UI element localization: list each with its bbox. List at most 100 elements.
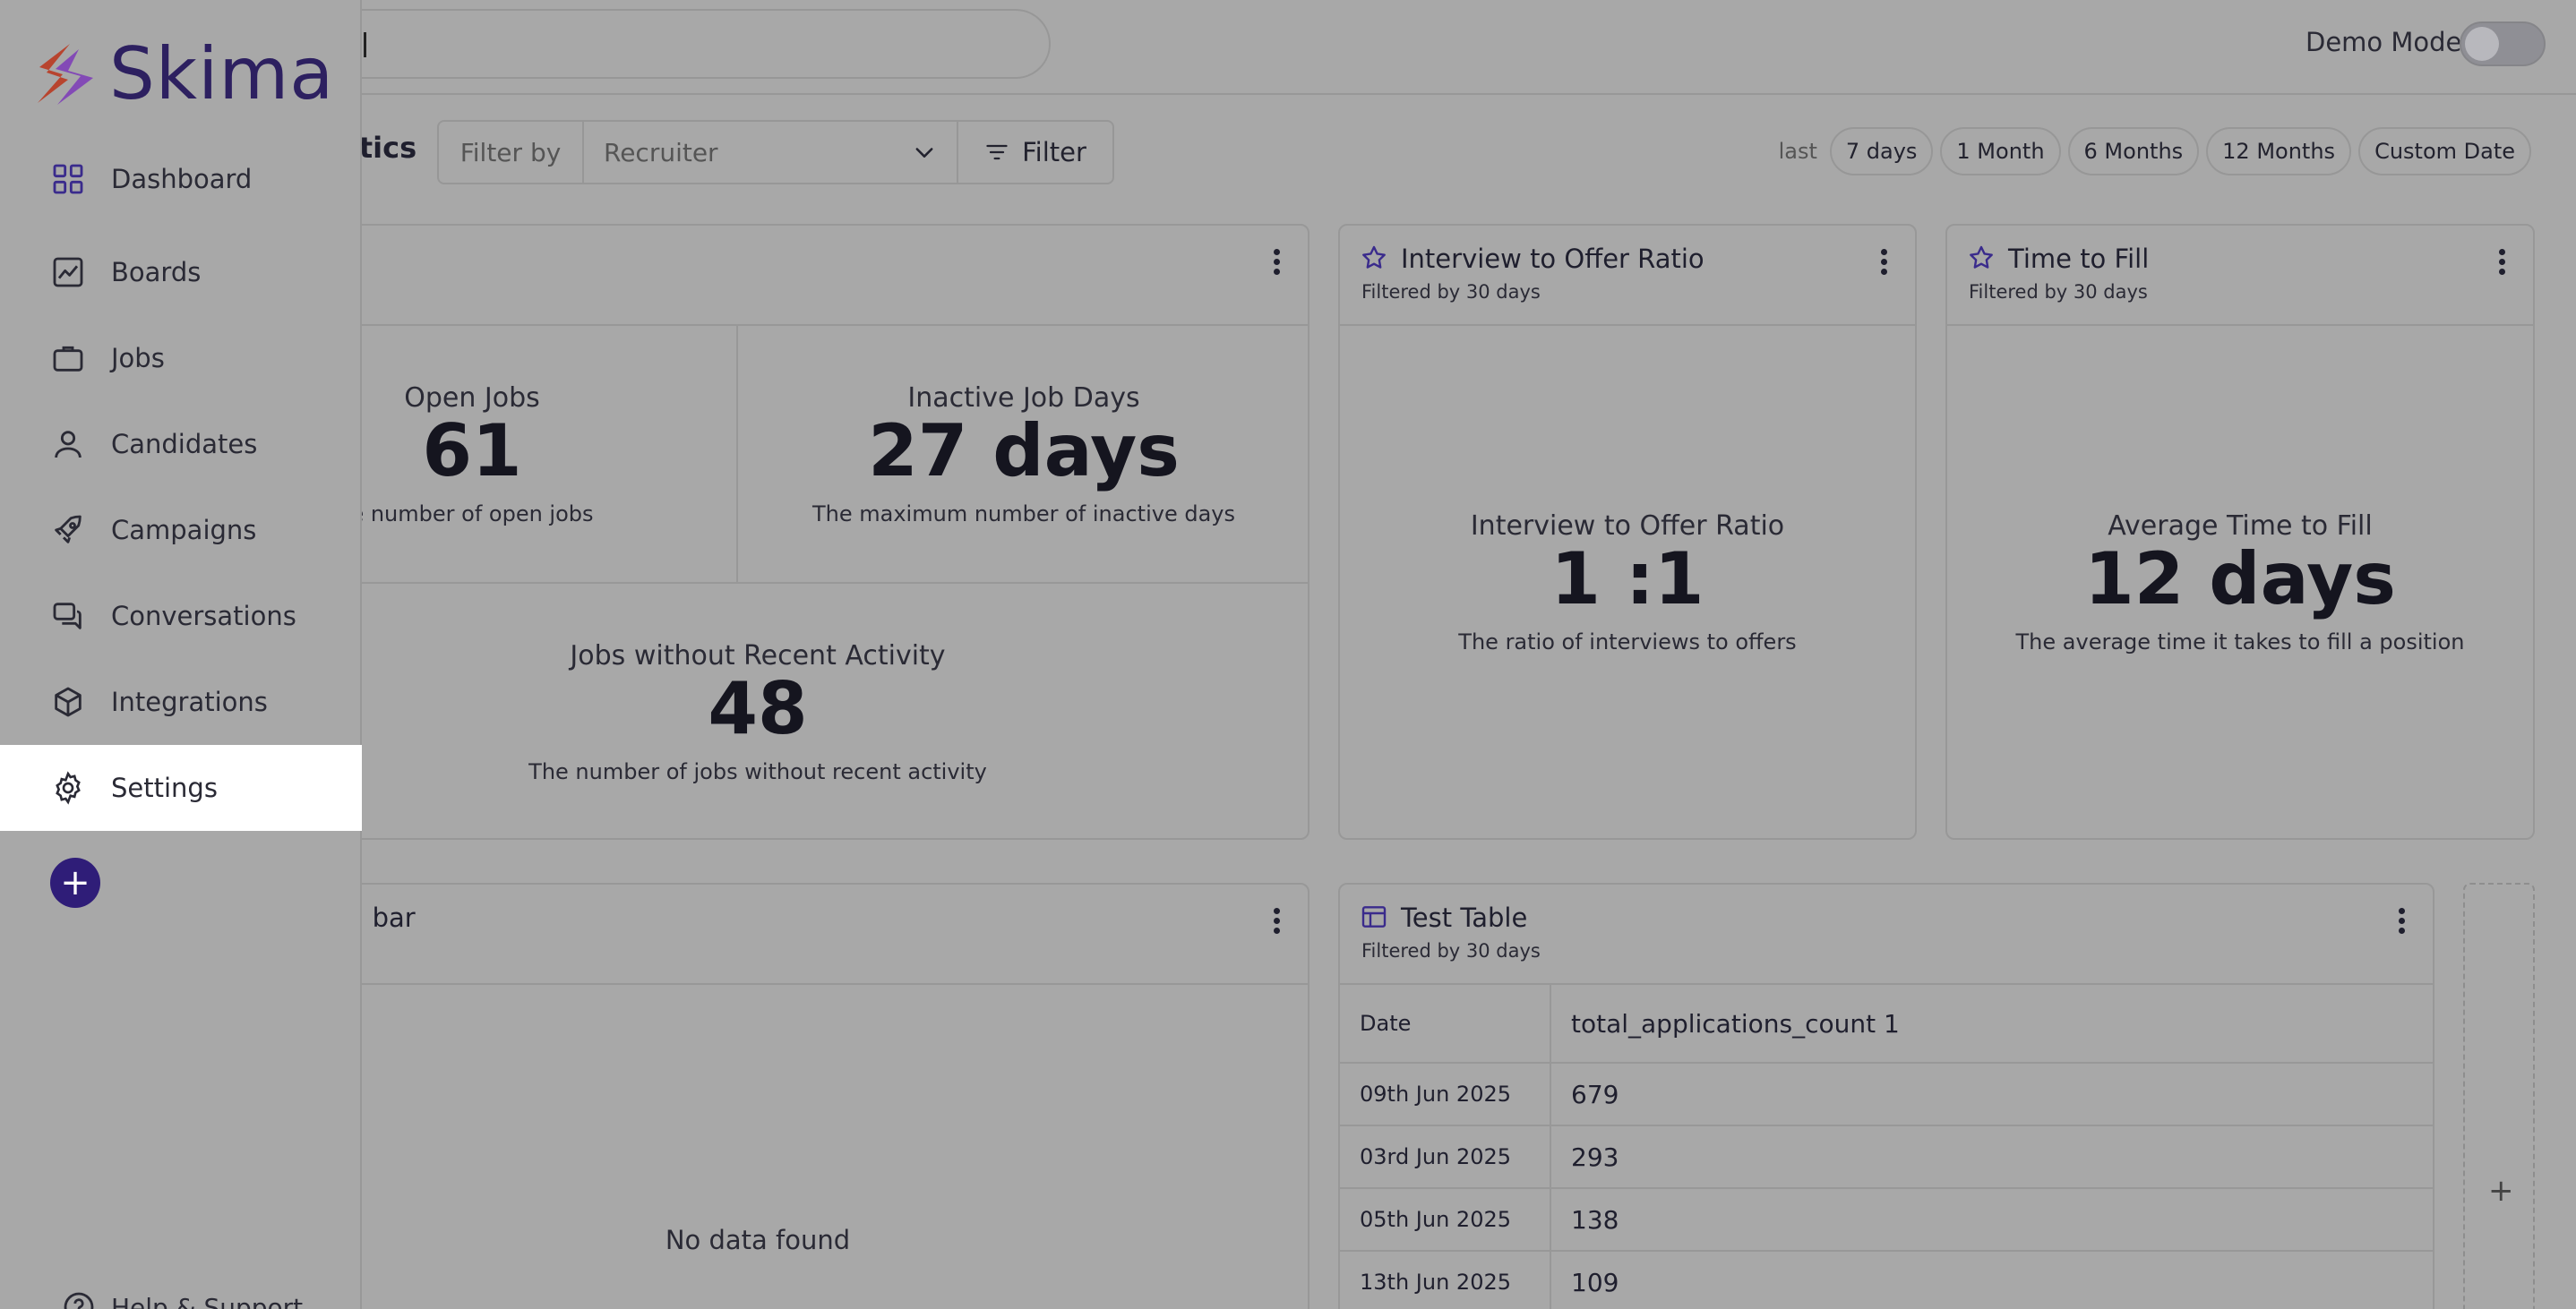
jobs-without-activity-metric: Jobs without Recent Activity 48 The numb… <box>208 584 1308 840</box>
metric-value: 12 days <box>2084 536 2396 620</box>
search-input[interactable] <box>269 9 1051 79</box>
card-header: d bar <box>208 885 1308 985</box>
metric-value: 48 <box>708 666 808 750</box>
metric-description: e number of open jobs <box>350 500 594 526</box>
demo-mode-label: Demo Mode <box>2306 27 2462 57</box>
interview-offer-card: Interview to Offer Ratio Filtered by 30 … <box>1338 224 1917 840</box>
table-cell: 05th Jun 2025 <box>1340 1189 1551 1250</box>
table-cell: 03rd Jun 2025 <box>1340 1126 1551 1187</box>
more-vertical-icon[interactable] <box>2399 908 2406 935</box>
table-icon <box>1361 906 1387 928</box>
jobs-metrics-card: Open Jobs 61 e number of open jobs Inact… <box>206 224 1309 840</box>
filter-button[interactable]: Filter <box>958 122 1112 183</box>
plus-icon: + <box>60 862 90 903</box>
more-vertical-icon[interactable] <box>1274 249 1281 276</box>
data-table: Date total_applications_count 1 09th Jun… <box>1340 985 2433 1309</box>
briefcase-icon <box>53 346 83 372</box>
search-caret <box>364 32 366 57</box>
table-row: 09th Jun 2025 679 <box>1340 1064 2433 1126</box>
toggle-knob <box>2465 27 2499 61</box>
table-cell: 138 <box>1571 1204 1619 1235</box>
more-vertical-icon[interactable] <box>1274 908 1281 935</box>
bar-chart-card: d bar No data found <box>206 883 1309 1309</box>
sidebar-item-label: Integrations <box>111 687 268 717</box>
sidebar-item-dashboard[interactable]: Dashboard <box>0 136 362 222</box>
inactive-job-days-metric: Inactive Job Days 27 days The maximum nu… <box>738 326 1309 582</box>
table-row: 05th Jun 2025 138 <box>1340 1189 2433 1252</box>
filter-lines-icon <box>986 144 1008 160</box>
skima-logo-icon <box>38 43 93 105</box>
more-vertical-icon[interactable] <box>1881 249 1888 276</box>
star-icon[interactable] <box>1360 244 1388 272</box>
sidebar-item-jobs[interactable]: Jobs <box>0 315 362 401</box>
sidebar: Skima Dashboard Boards Jobs Candidates C… <box>0 0 362 1309</box>
table-cell: 13th Jun 2025 <box>1340 1252 1551 1309</box>
time-to-fill-metric: Average Time to Fill 12 days The average… <box>1947 326 2533 838</box>
range-custom-date[interactable]: Custom Date <box>2358 127 2531 175</box>
metric-description: The ratio of interviews to offers <box>1458 629 1797 654</box>
card-header: Time to Fill Filtered by 30 days <box>1947 226 2533 326</box>
column-header: total_applications_count 1 <box>1571 1008 1900 1039</box>
sidebar-item-boards[interactable]: Boards <box>0 229 362 315</box>
sidebar-item-label: Campaigns <box>111 515 257 545</box>
metric-description: The number of jobs without recent activi… <box>528 758 987 784</box>
filter-group: Filter by Recruiter Filter <box>437 120 1114 184</box>
range-6-months[interactable]: 6 Months <box>2067 127 2200 175</box>
filter-by-label: Filter by <box>439 122 584 183</box>
sidebar-item-label: Jobs <box>111 343 165 373</box>
brand-logo[interactable]: Skima <box>29 32 334 116</box>
cube-icon <box>55 687 82 717</box>
more-vertical-icon[interactable] <box>2499 249 2506 276</box>
test-table-card: Test Table Filtered by 30 days Date tota… <box>1338 883 2434 1309</box>
column-header: Date <box>1340 985 1551 1062</box>
brand-name: Skima <box>109 32 335 116</box>
add-widget-slot[interactable]: + <box>2463 883 2535 1309</box>
metric-value: 1 :1 <box>1550 536 1704 620</box>
help-label: Help & Support <box>111 1292 304 1309</box>
card-title: Interview to Offer Ratio <box>1401 244 1704 274</box>
sidebar-item-label: Conversations <box>111 601 296 631</box>
card-subtitle: Filtered by 30 days <box>1969 281 2148 303</box>
sidebar-item-conversations[interactable]: Conversations <box>0 573 362 659</box>
table-header-row: Date total_applications_count 1 <box>1340 985 2433 1064</box>
metric-description: The average time it takes to fill a posi… <box>2015 629 2465 654</box>
card-header <box>208 226 1308 326</box>
table-cell: 09th Jun 2025 <box>1340 1064 1551 1125</box>
table-row: 13th Jun 2025 109 <box>1340 1252 2433 1309</box>
metric-description: The maximum number of inactive days <box>812 500 1235 526</box>
demo-mode-toggle[interactable] <box>2460 21 2546 66</box>
recruiter-select[interactable]: Recruiter <box>584 122 958 183</box>
rocket-icon <box>55 515 82 543</box>
recruiter-placeholder: Recruiter <box>604 137 718 167</box>
user-icon <box>55 431 82 458</box>
card-title: Test Table <box>1401 903 1528 933</box>
range-label: last <box>1778 139 1817 164</box>
add-button[interactable]: + <box>50 858 100 908</box>
help-support-link[interactable]: Help & Support <box>61 1289 303 1309</box>
gear-icon <box>56 771 81 805</box>
sidebar-item-label: Candidates <box>111 429 258 459</box>
sidebar-item-campaigns[interactable]: Campaigns <box>0 487 362 573</box>
sidebar-item-candidates[interactable]: Candidates <box>0 401 362 487</box>
table-cell: 293 <box>1571 1142 1619 1172</box>
sidebar-item-settings[interactable]: Settings <box>0 745 362 831</box>
card-subtitle: Filtered by 30 days <box>1361 940 1541 962</box>
card-header: Interview to Offer Ratio Filtered by 30 … <box>1340 226 1915 326</box>
metric-value: 27 days <box>868 408 1180 492</box>
table-cell: 679 <box>1571 1079 1619 1109</box>
interview-offer-metric: Interview to Offer Ratio 1 :1 The ratio … <box>1340 326 1915 838</box>
chart-icon <box>53 257 83 287</box>
range-7-days[interactable]: 7 days <box>1829 127 1934 175</box>
card-header: Test Table Filtered by 30 days <box>1340 885 2433 985</box>
range-12-months[interactable]: 12 Months <box>2206 127 2352 175</box>
sidebar-item-label: Boards <box>111 257 202 287</box>
grid-icon <box>53 164 83 194</box>
star-icon[interactable] <box>1967 244 1996 272</box>
top-bar: Demo Mode <box>0 0 2576 95</box>
sidebar-item-integrations[interactable]: Integrations <box>0 659 362 745</box>
range-1-month[interactable]: 1 Month <box>1940 127 2061 175</box>
chevron-down-icon <box>915 148 933 158</box>
date-range-selector: last 7 days 1 Month 6 Months 12 Months C… <box>1779 127 2531 175</box>
table-row: 03rd Jun 2025 293 <box>1340 1126 2433 1189</box>
metric-value: 61 <box>422 408 522 492</box>
